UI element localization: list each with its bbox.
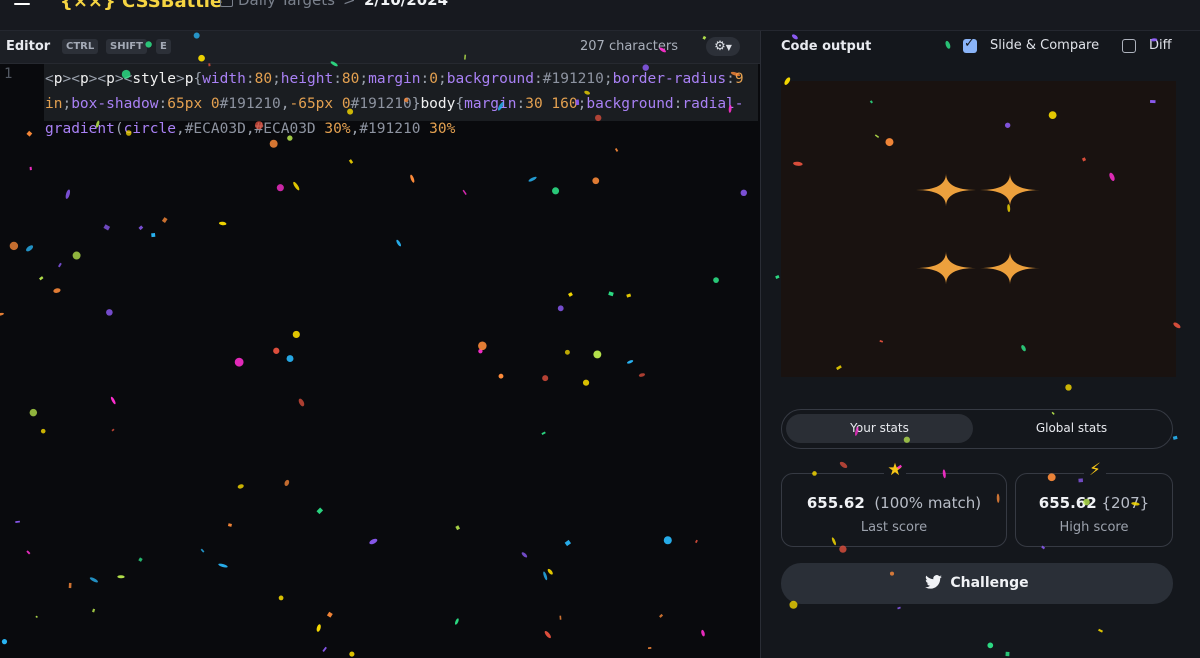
shortcut-key-ctrl: CTRL xyxy=(62,39,99,54)
top-bar: {××} CSSBattle Daily Targets > 2/10/2024 xyxy=(0,0,1200,31)
lightning-icon: ⚡ xyxy=(1084,460,1106,480)
shortcut-key-shift: SHIFT xyxy=(106,39,147,54)
breadcrumb-separator: > xyxy=(343,0,356,9)
hamburger-menu-button[interactable] xyxy=(8,0,36,18)
breadcrumb-date: 2/10/2024 xyxy=(364,0,449,9)
shortcut-key-e: E xyxy=(156,39,171,54)
editor-settings-button[interactable]: ⚙▼ xyxy=(706,37,740,56)
high-score-value: 655.62 {207} xyxy=(1038,494,1150,512)
character-count: 207 characters xyxy=(580,39,678,54)
stats-tabs: Your stats Global stats xyxy=(781,409,1173,449)
challenge-button[interactable]: Challenge xyxy=(781,563,1173,604)
diff-label[interactable]: Diff xyxy=(1149,38,1172,53)
code-content[interactable]: <p><p><p><style>p{width:80;height:80;mar… xyxy=(45,67,745,142)
last-score-value: 655.62 (100% match) xyxy=(806,494,982,512)
output-preview[interactable] xyxy=(781,81,1176,377)
twitter-bird-icon xyxy=(925,575,943,589)
star-shape xyxy=(916,173,976,207)
high-score-card: ⚡ 655.62 {207} High score xyxy=(1015,460,1173,547)
editor-pane: Editor CTRL SHIFT E 207 characters ⚙▼ 1 … xyxy=(0,31,761,658)
slide-compare-label[interactable]: Slide & Compare xyxy=(990,38,1099,53)
chevron-down-icon: ▼ xyxy=(725,43,732,52)
cssbattle-logo[interactable]: {××} CSSBattle xyxy=(60,0,222,12)
high-score-label: High score xyxy=(1059,520,1129,535)
line-number: 1 xyxy=(4,66,13,82)
last-score-card: ★ 655.62 (100% match) Last score xyxy=(781,460,1007,547)
output-canvas xyxy=(916,173,1040,285)
star-shape xyxy=(980,251,1040,285)
last-score-label: Last score xyxy=(860,520,928,535)
star-shape xyxy=(980,173,1040,207)
code-output-title: Code output xyxy=(781,39,872,54)
star-shape xyxy=(916,251,976,285)
challenge-label: Challenge xyxy=(950,575,1029,591)
editor-title: Editor xyxy=(6,39,51,54)
star-icon: ★ xyxy=(884,460,906,480)
code-editor[interactable]: 1 <p><p><p><style>p{width:80;height:80;m… xyxy=(0,64,760,658)
editor-header: Editor CTRL SHIFT E 207 characters ⚙▼ xyxy=(0,31,760,64)
tab-your-stats[interactable]: Your stats xyxy=(786,414,973,443)
diff-checkbox[interactable] xyxy=(1122,39,1136,53)
output-panel: Code output Slide & Compare Diff Your st… xyxy=(761,31,1200,658)
tab-global-stats[interactable]: Global stats xyxy=(978,414,1165,443)
gear-icon: ⚙ xyxy=(714,39,726,54)
slide-compare-checkbox[interactable] xyxy=(963,36,977,53)
breadcrumb-daily-targets[interactable]: Daily Targets xyxy=(238,0,335,9)
calendar-icon xyxy=(220,0,233,7)
menu-bar-line xyxy=(14,3,30,5)
